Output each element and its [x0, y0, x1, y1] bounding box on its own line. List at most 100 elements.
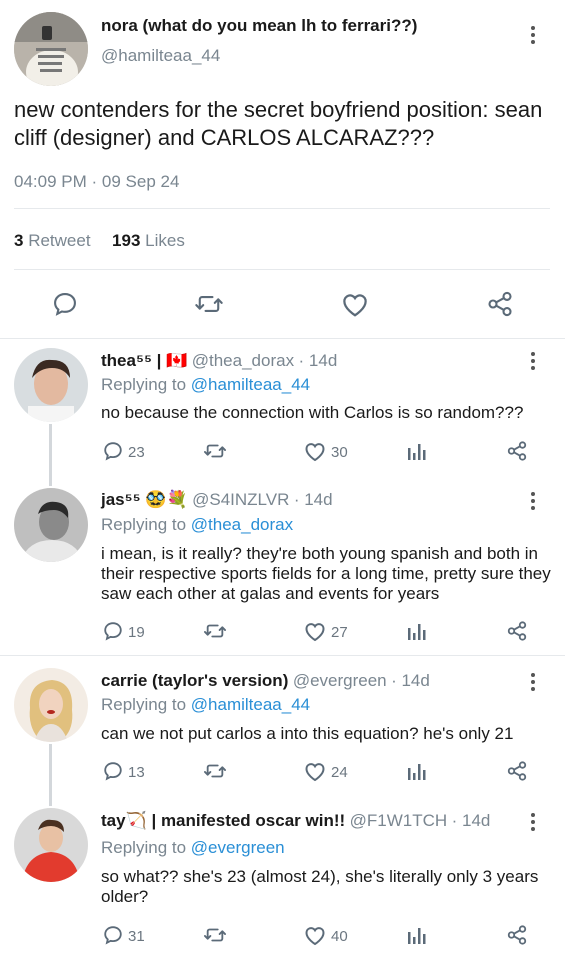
comment-icon [104, 442, 122, 461]
reply-button[interactable] [102, 760, 124, 782]
analytics-button[interactable] [406, 440, 428, 462]
likes-stat[interactable]: 193 Likes [112, 231, 185, 250]
engagement-stats: 3 Retweet 193 Likes [14, 231, 185, 251]
replying-to: Replying to @thea_dorax [101, 515, 294, 534]
author-display-name[interactable]: nora (what do you mean lh to ferrari??) [101, 16, 417, 36]
avatar[interactable] [14, 808, 88, 882]
retweet-icon [204, 444, 226, 458]
share-icon [507, 925, 527, 945]
reply-display-name[interactable]: tay🏹 | manifested oscar win!! [101, 811, 345, 830]
like-count: 27 [331, 624, 348, 641]
reply-age: · 14d [293, 490, 333, 509]
tweet-date: 09 Sep 24 [101, 172, 180, 191]
reply-display-name[interactable]: thea⁵⁵ | 🇨🇦 [101, 351, 187, 370]
heart-icon [305, 623, 325, 642]
retweet-icon [204, 928, 226, 942]
author-handle[interactable]: @hamilteaa_44 [101, 46, 220, 66]
analytics-button[interactable] [406, 760, 428, 782]
divider [14, 269, 550, 270]
share-button[interactable] [506, 440, 528, 462]
retweet-button[interactable] [203, 760, 227, 782]
analytics-icon [408, 928, 426, 944]
retweet-count: 3 [14, 231, 24, 250]
reply-text: so what?? she's 23 (almost 24), she's li… [101, 867, 539, 906]
share-icon [488, 291, 512, 317]
likes-label: Likes [145, 231, 185, 250]
retweet-button[interactable] [203, 924, 227, 946]
tweet-text: new contenders for the secret boyfriend … [14, 97, 543, 150]
replying-to-link[interactable]: @hamilteaa_44 [191, 695, 310, 714]
comment-icon [104, 622, 122, 641]
reply-count: 19 [128, 624, 145, 641]
replying-to-link[interactable]: @evergreen [191, 838, 285, 857]
heart-icon [343, 294, 367, 317]
avatar[interactable] [14, 348, 88, 422]
reply-handle[interactable]: @F1W1TCH [350, 811, 448, 830]
more-options-icon[interactable] [530, 352, 536, 373]
share-button[interactable] [486, 290, 514, 318]
tweet-timestamp: 04:09 PM · 09 Sep 24 [14, 172, 180, 191]
reply-display-name[interactable]: carrie (taylor's version) [101, 671, 288, 690]
comment-button[interactable] [51, 290, 79, 318]
like-button[interactable] [340, 290, 370, 318]
heart-icon [305, 763, 325, 782]
reply-handle[interactable]: @evergreen [293, 671, 387, 690]
reply-count: 31 [128, 928, 145, 945]
analytics-icon [408, 624, 426, 640]
reply-age: · 14d [451, 811, 491, 830]
reply-age: · 14d [391, 671, 430, 690]
retweet-icon [204, 624, 226, 638]
more-options-icon[interactable] [530, 492, 536, 513]
thread-line [49, 424, 52, 486]
more-options-icon[interactable] [530, 26, 536, 47]
share-button[interactable] [506, 760, 528, 782]
retweet-icon [204, 764, 226, 778]
replying-to: Replying to @evergreen [101, 838, 285, 857]
avatar[interactable] [14, 668, 88, 742]
reply-handle[interactable]: @thea_dorax [192, 351, 294, 370]
retweet-stat[interactable]: 3 Retweet [14, 231, 95, 250]
reply-button[interactable] [102, 620, 124, 642]
like-button[interactable] [303, 440, 327, 462]
avatar[interactable] [14, 488, 88, 562]
like-count: 40 [331, 928, 348, 945]
reply-display-name[interactable]: jas⁵⁵ 🥸💐 [101, 490, 188, 509]
replying-to: Replying to @hamilteaa_44 [101, 375, 311, 394]
replying-to: Replying to @hamilteaa_44 [101, 695, 311, 714]
retweet-button[interactable] [194, 290, 224, 318]
more-options-icon[interactable] [530, 813, 536, 834]
avatar[interactable] [14, 12, 88, 86]
like-button[interactable] [303, 760, 327, 782]
replying-to-link[interactable]: @hamilteaa_44 [191, 375, 310, 394]
share-icon [507, 441, 527, 461]
analytics-button[interactable] [406, 924, 428, 946]
like-count: 30 [331, 444, 348, 461]
retweet-button[interactable] [203, 620, 227, 642]
reply-button[interactable] [102, 924, 124, 946]
thread-line [49, 744, 52, 806]
analytics-button[interactable] [406, 620, 428, 642]
share-button[interactable] [506, 924, 528, 946]
share-icon [507, 621, 527, 641]
reply-handle[interactable]: @S4INZLVR [192, 490, 289, 509]
divider [14, 208, 550, 209]
reply-age: · 14d [298, 351, 338, 370]
reply-button[interactable] [102, 440, 124, 462]
retweet-button[interactable] [203, 440, 227, 462]
share-icon [507, 761, 527, 781]
comment-icon [104, 762, 122, 781]
like-button[interactable] [303, 924, 327, 946]
comment-icon [104, 926, 122, 945]
heart-icon [305, 927, 325, 946]
reply-text: i mean, is it really? they're both young… [101, 544, 551, 603]
like-count: 24 [331, 764, 348, 781]
retweet-label: Retweet [28, 231, 91, 250]
replying-to-link[interactable]: @thea_dorax [191, 515, 293, 534]
tweet-time: 04:09 PM [14, 172, 87, 191]
like-count: 193 [112, 231, 141, 250]
more-options-icon[interactable] [530, 673, 536, 694]
share-button[interactable] [506, 620, 528, 642]
like-button[interactable] [303, 620, 327, 642]
analytics-icon [408, 444, 426, 460]
reply-text: no because the connection with Carlos is… [101, 403, 524, 422]
